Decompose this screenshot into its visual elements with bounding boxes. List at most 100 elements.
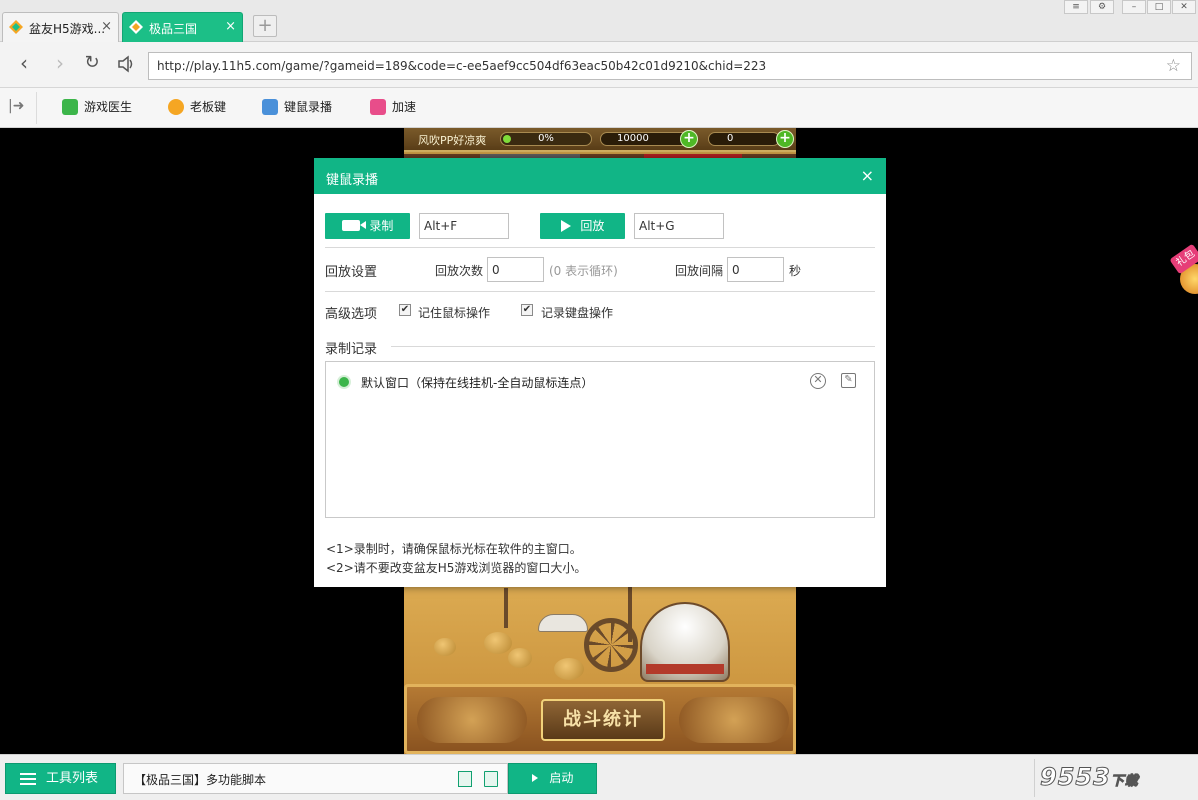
game-footer: 战斗统计 (404, 684, 796, 754)
window-icon[interactable] (484, 771, 498, 787)
camera-icon (341, 220, 366, 231)
new-tab-button[interactable]: + (253, 15, 277, 37)
divider (325, 291, 875, 292)
record-name: 默认窗口（保持在线挂机-全自动鼠标连点） (361, 376, 594, 390)
small-tent (538, 614, 588, 632)
list-item[interactable]: 默认窗口（保持在线挂机-全自动鼠标连点） ✕ ✎ (326, 370, 874, 394)
tab-close-icon[interactable]: × (225, 19, 236, 34)
speaker-icon[interactable] (114, 52, 138, 76)
menu-icon[interactable]: ≡ (1064, 0, 1088, 14)
url-input[interactable]: http://play.11h5.com/game/?gameid=189&co… (148, 52, 1192, 80)
coin-value: 10000 (617, 133, 649, 144)
keymouse-record-dialog: 键鼠录播 × 录制 Alt+F 回放 Alt+G 回放设置 回放次数 0 (0 … (314, 158, 886, 587)
playback-count-input[interactable]: 0 (487, 257, 544, 282)
sidebar-toggle-icon[interactable]: |➜ (8, 98, 24, 114)
tools-bar: |➜ 游戏医生 老板键 键鼠录播 加速 (0, 88, 1198, 128)
minimize-icon[interactable]: – (1122, 0, 1146, 14)
coin-counter: 10000 (600, 132, 692, 146)
reload-icon[interactable]: ↻ (80, 52, 104, 76)
bookmark-star-icon[interactable]: ☆ (1166, 56, 1181, 76)
window-close-icon[interactable]: ✕ (1172, 0, 1196, 14)
game-hud: 风吹PP好凉爽 0% 10000 + 0 + (404, 128, 796, 152)
tool-list-label: 工具列表 (46, 771, 99, 786)
divider (325, 247, 875, 248)
tab-label: 极品三国 (149, 22, 198, 36)
playback-settings-label: 回放设置 (325, 265, 378, 280)
playback-hotkey-input[interactable]: Alt+G (634, 213, 724, 239)
playback-button[interactable]: 回放 (540, 213, 625, 239)
rock (508, 648, 532, 668)
record-button-label: 录制 (369, 219, 394, 233)
status-dot-icon (339, 377, 349, 387)
script-selector[interactable]: 【极品三国】多功能脚本 (123, 763, 508, 794)
eye-icon (168, 99, 184, 115)
tab-jipin-sanguo[interactable]: 极品三国 × (122, 12, 243, 42)
yurt (640, 602, 730, 682)
keyboard-option-label: 记录键盘操作 (541, 306, 614, 320)
dialog-header: 键鼠录播 × (314, 158, 886, 194)
dialog-title: 键鼠录播 (326, 173, 379, 188)
mouse-option-checkbox[interactable]: ✔ (399, 304, 411, 316)
playback-interval-label: 回放间隔 (675, 264, 724, 278)
wagon-wheel (584, 618, 638, 672)
tool-list-button[interactable]: 工具列表 (5, 763, 116, 794)
toolbar-item-speedup[interactable]: 加速 (370, 98, 416, 118)
ornament-left (417, 697, 527, 743)
playback-button-label: 回放 (580, 219, 605, 233)
script-label: 【极品三国】多功能脚本 (134, 773, 267, 787)
keyboard-icon (262, 99, 278, 115)
tab-label: 盆友H5游戏... (29, 22, 106, 36)
advanced-options-label: 高级选项 (325, 307, 378, 322)
toolbar-item-label: 老板键 (190, 100, 227, 114)
rock (554, 658, 584, 680)
playback-interval-input[interactable]: 0 (727, 257, 784, 282)
exp-bar: 0% (500, 132, 592, 146)
divider (36, 92, 37, 124)
gamepad-icon (370, 99, 386, 115)
tab-close-icon[interactable]: × (101, 19, 112, 34)
browser-logo-icon (9, 20, 23, 34)
ornament-right (679, 697, 789, 743)
play-icon (531, 773, 538, 782)
delete-icon[interactable]: ✕ (810, 373, 826, 389)
toolbar-item-label: 加速 (392, 100, 417, 114)
document-icon[interactable] (458, 771, 472, 787)
start-label: 启动 (549, 771, 574, 785)
keyboard-option-checkbox[interactable]: ✔ (521, 304, 533, 316)
back-arrow-icon[interactable]: ‹ (12, 52, 36, 76)
records-list: 默认窗口（保持在线挂机-全自动鼠标连点） ✕ ✎ (325, 361, 875, 518)
tab-penyou-h5[interactable]: 盆友H5游戏... × (2, 12, 119, 42)
toolbar-item-game-doctor[interactable]: 游戏医生 (62, 98, 132, 118)
gift-badge[interactable]: 礼包 (1169, 243, 1198, 294)
player-name: 风吹PP好凉爽 (418, 134, 487, 147)
url-text: http://play.11h5.com/game/?gameid=189&co… (157, 59, 767, 73)
playback-count-label: 回放次数 (435, 264, 484, 278)
playback-count-hint: (0 表示循环) (549, 264, 618, 278)
gold-value: 0 (727, 133, 734, 144)
add-gold-button[interactable]: + (776, 130, 794, 148)
settings-gear-icon[interactable]: ⚙ (1090, 0, 1114, 14)
maximize-icon[interactable]: □ (1147, 0, 1171, 14)
note-line: <2>请不要改变盆友H5游戏浏览器的窗口大小。 (326, 561, 587, 575)
add-coins-button[interactable]: + (680, 130, 698, 148)
toolbar-item-boss-key[interactable]: 老板键 (168, 98, 226, 118)
watermark-sub: 下载 (1110, 774, 1139, 790)
gold-counter: 0 (708, 132, 780, 146)
playback-interval-unit: 秒 (789, 264, 802, 278)
edit-icon[interactable]: ✎ (841, 373, 856, 388)
battle-stats-button[interactable]: 战斗统计 (541, 699, 665, 741)
dialog-close-icon[interactable]: × (861, 166, 874, 185)
divider (391, 346, 875, 347)
note-line: <1>录制时，请确保鼠标光标在软件的主窗口。 (326, 542, 582, 556)
mouse-option-label: 记住鼠标操作 (418, 306, 491, 320)
record-hotkey-input[interactable]: Alt+F (419, 213, 509, 239)
exp-percent: 0% (538, 133, 554, 144)
record-button[interactable]: 录制 (325, 213, 410, 239)
navigation-bar: ‹ › ↻ http://play.11h5.com/game/?gameid=… (0, 42, 1198, 88)
toolbar-item-label: 键鼠录播 (284, 100, 333, 114)
browser-logo-icon (129, 20, 143, 34)
toolbar-item-keymouse-record[interactable]: 键鼠录播 (262, 98, 332, 118)
start-button[interactable]: 启动 (508, 763, 597, 794)
game-scene (404, 578, 796, 688)
forward-arrow-icon[interactable]: › (48, 52, 72, 76)
